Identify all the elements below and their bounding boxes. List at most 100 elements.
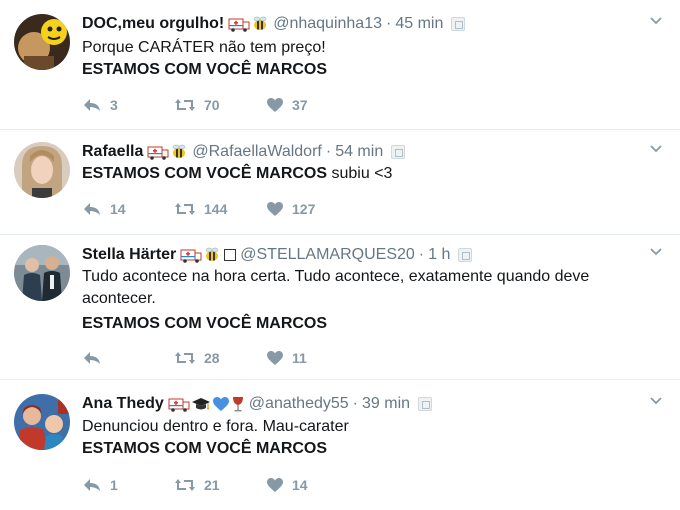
avatar[interactable] (14, 245, 70, 301)
user-handle[interactable]: @RafaellaWaldorf (192, 143, 321, 161)
tweet-text: Porque CARÁTER não tem preço! ESTAMOS CO… (82, 37, 642, 81)
tweet-bold-text: ESTAMOS COM VOCÊ MARCOS (82, 165, 328, 182)
separator-dot: · (352, 395, 358, 412)
tweet-actions: 1 21 14 (82, 475, 358, 495)
avatar[interactable] (14, 14, 70, 70)
timestamp[interactable]: 45 min (395, 15, 443, 33)
reply-count: 3 (110, 97, 118, 113)
tweet-bold-text: ESTAMOS COM VOCÊ MARCOS (82, 440, 328, 457)
name-emojis (147, 144, 188, 160)
translate-icon[interactable] (451, 17, 466, 31)
reply-icon (84, 99, 100, 111)
reply-button[interactable] (82, 350, 174, 366)
ambulance-icon (228, 18, 250, 32)
name-emojis (168, 396, 245, 412)
heart-icon (267, 478, 283, 492)
tweet-line: Tudo acontece na hora certa. Tudo aconte… (82, 268, 590, 285)
tweet-line: Denunciou dentro e fora. Mau-carater (82, 418, 349, 435)
bee-icon (173, 144, 186, 158)
retweet-icon (175, 203, 195, 215)
bee-icon (253, 16, 267, 30)
avatar[interactable] (14, 142, 70, 198)
chevron-down-icon[interactable] (650, 145, 662, 153)
like-count: 11 (292, 350, 307, 366)
reply-count: 14 (110, 201, 126, 217)
tweet[interactable]: Stella Härter @STELLAMARQUES20 · 1 h Tud… (0, 235, 680, 380)
reply-icon (84, 479, 100, 491)
like-count: 127 (292, 201, 316, 217)
retweet-icon (175, 479, 195, 491)
tweet[interactable]: Rafaella @RafaellaWaldorf · 54 min ESTAM… (0, 130, 680, 235)
like-count: 14 (292, 477, 308, 493)
tweet-bold-text: ESTAMOS COM VOCÊ MARCOS (82, 61, 328, 78)
reply-icon (84, 352, 100, 364)
tweet-text: Denunciou dentro e fora. Mau-carater EST… (82, 416, 642, 460)
bee-icon (206, 247, 219, 261)
tweet-text-suffix: subiu <3 (327, 165, 393, 182)
tweet-bold-text: ESTAMOS COM VOCÊ MARCOS (82, 315, 328, 332)
retweet-button[interactable]: 144 (174, 201, 266, 217)
display-name[interactable]: Stella Härter (82, 246, 176, 264)
timestamp[interactable]: 39 min (362, 395, 410, 413)
separator-dot: · (386, 15, 392, 32)
tweet[interactable]: Ana Thedy @anathedy55 · 39 min Denunciou… (0, 380, 680, 510)
display-name[interactable]: DOC,meu orgulho! (82, 15, 224, 33)
tweet-actions: 28 11 (82, 348, 358, 368)
reply-icon (84, 203, 100, 215)
timestamp[interactable]: 1 h (428, 246, 450, 264)
chevron-down-icon[interactable] (650, 17, 662, 25)
separator-dot: · (325, 143, 332, 160)
like-count: 37 (292, 97, 308, 113)
ambulance-icon (168, 398, 190, 412)
tweet-text: ESTAMOS COM VOCÊ MARCOS subiu <3 (82, 163, 642, 185)
translate-icon[interactable] (418, 397, 433, 411)
reply-button[interactable]: 14 (82, 201, 174, 217)
wine-glass-icon (232, 397, 243, 412)
tweet-header: Rafaella @RafaellaWaldorf · 54 min (82, 141, 406, 163)
display-name[interactable]: Rafaella (82, 143, 143, 161)
heart-icon (267, 351, 283, 365)
blue-heart-icon (212, 397, 229, 411)
retweet-button[interactable]: 70 (174, 97, 266, 113)
tweet-header: Ana Thedy @anathedy55 · 39 min (82, 393, 433, 415)
reply-button[interactable]: 3 (82, 97, 174, 113)
retweet-button[interactable]: 28 (174, 350, 266, 366)
tweet-actions: 3 70 37 (82, 95, 358, 115)
like-button[interactable]: 37 (266, 97, 358, 113)
tweet-feed: DOC,meu orgulho! @nhaquinha13 · 45 min P… (0, 0, 680, 510)
ambulance-icon (147, 146, 169, 160)
tweet-header: Stella Härter @STELLAMARQUES20 · 1 h (82, 244, 473, 266)
chevron-down-icon[interactable] (650, 397, 662, 405)
user-handle[interactable]: @anathedy55 (249, 395, 349, 413)
translate-icon[interactable] (458, 248, 473, 262)
tweet-line: acontecer. (82, 290, 156, 307)
heart-icon (267, 98, 283, 112)
retweet-count: 21 (204, 477, 220, 493)
like-button[interactable]: 11 (266, 350, 358, 366)
name-emojis (228, 16, 269, 32)
user-handle[interactable]: @STELLAMARQUES20 (240, 246, 415, 264)
tweet-line: Porque CARÁTER não tem preço! (82, 39, 326, 56)
separator-dot: · (418, 246, 425, 263)
chevron-down-icon[interactable] (650, 248, 662, 256)
translate-icon[interactable] (391, 145, 406, 159)
reply-button[interactable]: 1 (82, 477, 174, 493)
ambulance-icon (180, 249, 202, 263)
display-name[interactable]: Ana Thedy (82, 395, 164, 413)
timestamp[interactable]: 54 min (335, 143, 383, 161)
avatar[interactable] (14, 394, 70, 450)
like-button[interactable]: 14 (266, 477, 358, 493)
retweet-button[interactable]: 21 (174, 477, 266, 493)
name-emojis (180, 247, 237, 263)
tweet[interactable]: DOC,meu orgulho! @nhaquinha13 · 45 min P… (0, 0, 680, 130)
box-icon (224, 249, 237, 261)
reply-count: 1 (110, 477, 118, 493)
heart-icon (267, 202, 283, 216)
user-handle[interactable]: @nhaquinha13 (273, 15, 382, 33)
retweet-count: 144 (204, 201, 228, 217)
retweet-count: 28 (204, 350, 220, 366)
retweet-icon (175, 352, 195, 364)
like-button[interactable]: 127 (266, 201, 358, 217)
tweet-text: Tudo acontece na hora certa. Tudo aconte… (82, 266, 642, 335)
tweet-actions: 14 144 127 (82, 199, 358, 219)
